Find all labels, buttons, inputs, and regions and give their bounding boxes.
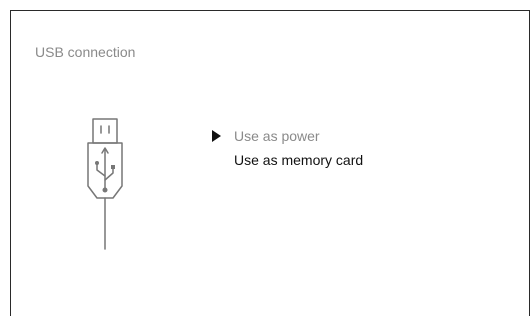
menu-option-label: Use as power bbox=[234, 128, 320, 144]
menu-option-use-as-power[interactable]: Use as power bbox=[212, 128, 363, 152]
menu-option-use-as-memory-card[interactable]: Use as memory card bbox=[212, 152, 363, 176]
usb-mode-menu: Use as power Use as memory card bbox=[212, 128, 363, 176]
screen-frame: USB connection Use as power Use as memor… bbox=[10, 10, 530, 316]
usb-plug-icon bbox=[87, 118, 123, 250]
screen-title: USB connection bbox=[35, 44, 136, 60]
selection-arrow-icon bbox=[212, 130, 221, 142]
menu-option-label: Use as memory card bbox=[234, 152, 364, 168]
